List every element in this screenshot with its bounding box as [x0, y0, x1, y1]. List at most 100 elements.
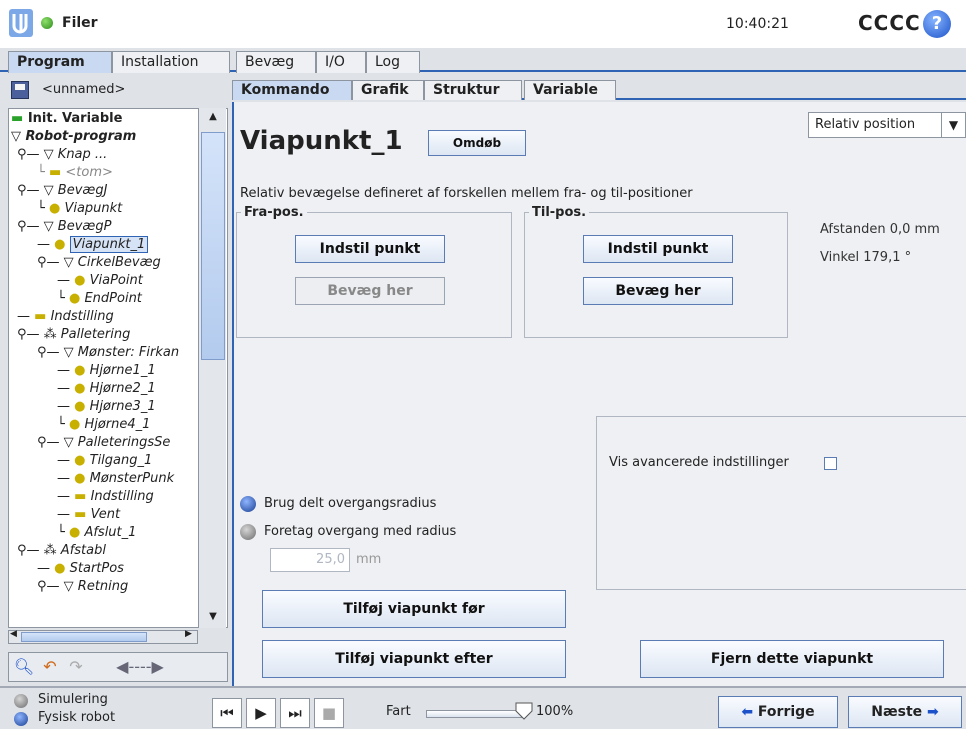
radius-unit: mm — [356, 552, 382, 567]
tree-vertical-scrollbar[interactable]: ▲ ▼ — [198, 108, 226, 628]
scroll-right-icon[interactable]: ▶ — [185, 629, 192, 639]
next-button[interactable]: Næste ➡ — [848, 696, 962, 728]
to-position-title: Til-pos. — [529, 205, 590, 220]
tree-item[interactable]: — ● Hjørne2_1 — [57, 381, 156, 399]
remove-waypoint-button[interactable]: Fjern dette viapunkt — [640, 640, 944, 678]
tree-item[interactable]: └ ● EndPoint — [57, 291, 142, 309]
position-mode-select[interactable]: Relativ position ▼ — [808, 112, 966, 138]
tree-item[interactable]: — ▬ Indstilling — [57, 489, 154, 507]
tree-item[interactable]: — ● Hjørne3_1 — [57, 399, 156, 417]
speed-slider[interactable] — [426, 710, 522, 718]
step-icon[interactable]: ⏭ — [280, 698, 310, 728]
search-icon[interactable]: 🔍︎ — [13, 656, 35, 678]
simulation-radio[interactable] — [14, 694, 28, 708]
tab-io[interactable]: I/O — [316, 51, 366, 73]
from-position-title: Fra-pos. — [241, 205, 307, 220]
tab-command[interactable]: Kommando — [232, 80, 352, 100]
previous-button[interactable]: ⬅ Forrige — [718, 696, 838, 728]
bottom-bar: Simulering Fysisk robot ⏮ ▶ ⏭ ■ Fart 100… — [0, 686, 966, 729]
scroll-left-icon[interactable]: ◀ — [10, 629, 17, 639]
tab-graphics[interactable]: Grafik — [352, 80, 424, 100]
from-set-point-button[interactable]: Indstil punkt — [295, 235, 445, 263]
tree-item[interactable]: ⚲— ▽ Retning — [37, 579, 128, 597]
waypoint-panel: Viapunkt_1 Omdøb Relativ position ▼ Rela… — [232, 102, 966, 686]
tree-item[interactable]: ⚲— ▽ Mønster: Firkan — [37, 345, 179, 363]
program-name-row: <unnamed> — [8, 78, 228, 104]
file-menu[interactable]: Filer — [62, 15, 98, 31]
redo-icon[interactable]: ↷ — [65, 656, 87, 678]
custom-radius-label: Foretag overgang med radius — [264, 524, 457, 539]
tree-item[interactable]: — ● MønsterPunk — [57, 471, 174, 489]
advanced-settings-box: Vis avancerede indstillinger — [596, 416, 966, 590]
tree-item[interactable]: ⚲— ⁂ Afstabl — [17, 543, 106, 561]
add-waypoint-after-button[interactable]: Tilføj viapunkt efter — [262, 640, 566, 678]
tree-item[interactable]: — ● Hjørne1_1 — [57, 363, 156, 381]
advanced-settings-checkbox[interactable] — [824, 457, 837, 470]
shared-radius-label: Brug delt overgangsradius — [264, 496, 437, 511]
radius-input[interactable]: 25,0 — [270, 548, 350, 572]
tree-item[interactable]: — ▬ Vent — [57, 507, 120, 525]
tree-item[interactable]: ▽ Robot-program — [11, 129, 136, 147]
tab-structure[interactable]: Struktur — [424, 80, 522, 100]
move-node-icon[interactable]: ◀----▶ — [95, 656, 185, 678]
tree-item[interactable]: └ ● Afslut_1 — [57, 525, 136, 543]
play-icon[interactable]: ▶ — [246, 698, 276, 728]
scroll-thumb[interactable] — [21, 632, 147, 642]
angle-readout: Vinkel 179,1 ° — [820, 250, 912, 265]
tab-move[interactable]: Bevæg — [236, 51, 316, 73]
tree-item[interactable]: ⚲— ▽ PalleteringsSe — [37, 435, 170, 453]
tree-item[interactable]: └ ▬ <tom> — [37, 165, 113, 183]
tree-item[interactable]: └ ● Viapunkt — [37, 201, 122, 219]
save-icon[interactable] — [11, 81, 29, 99]
tree-item[interactable]: ⚲— ▽ BevægP — [17, 219, 111, 237]
speed-slider-knob-icon[interactable] — [515, 702, 533, 720]
tree-item[interactable]: — ● Tilgang_1 — [57, 453, 152, 471]
help-icon[interactable]: ? — [923, 10, 951, 38]
top-bar: Filer 10:40:21 CCCC ? — [0, 0, 966, 48]
distance-readout: Afstanden 0,0 mm — [820, 222, 940, 237]
tab-log[interactable]: Log — [366, 51, 420, 73]
real-robot-label: Fysisk robot — [38, 710, 116, 725]
scroll-down-icon[interactable]: ▼ — [199, 608, 227, 626]
tree-item-selected[interactable]: — ● Viapunkt_1 — [37, 236, 149, 255]
undo-icon[interactable]: ↶ — [39, 656, 61, 678]
tree-item[interactable]: — ● ViaPoint — [57, 273, 143, 291]
custom-radius-radio[interactable] — [240, 524, 256, 540]
arrow-left-icon: ⬅ — [741, 704, 754, 720]
tab-variables[interactable]: Variable — [524, 80, 616, 100]
tab-program[interactable]: Program — [8, 51, 112, 73]
tab-installation[interactable]: Installation — [112, 51, 230, 73]
from-position-group: Fra-pos. Indstil punkt Bevæg her — [236, 205, 512, 338]
skip-start-icon[interactable]: ⏮ — [212, 698, 242, 728]
scroll-thumb[interactable] — [201, 132, 225, 360]
tree-item[interactable]: ⚲— ▽ BevægJ — [17, 183, 107, 201]
add-waypoint-before-button[interactable]: Tilføj viapunkt før — [262, 590, 566, 628]
tree-item[interactable]: └ ● Hjørne4_1 — [57, 417, 150, 435]
chevron-down-icon[interactable]: ▼ — [941, 113, 965, 137]
simulation-label: Simulering — [38, 692, 108, 707]
to-position-group: Til-pos. Indstil punkt Bevæg her — [524, 205, 788, 338]
tree-item[interactable]: — ● StartPos — [37, 561, 124, 579]
clock: 10:40:21 — [726, 16, 789, 32]
tree-item[interactable]: — ▬ Indstilling — [17, 309, 114, 327]
tree-item[interactable]: ⚲— ▽ Knap ... — [17, 147, 107, 165]
tree-item[interactable]: ⚲— ▽ CirkelBevæg — [37, 255, 161, 273]
tree-item[interactable]: ⚲— ⁂ Palletering — [17, 327, 130, 345]
program-name: <unnamed> — [42, 82, 126, 97]
real-robot-radio[interactable] — [14, 712, 28, 726]
scroll-up-icon[interactable]: ▲ — [199, 108, 227, 126]
to-set-point-button[interactable]: Indstil punkt — [583, 235, 733, 263]
tree-item[interactable]: ▬ Init. Variable — [11, 111, 122, 129]
shared-radius-radio[interactable] — [240, 496, 256, 512]
from-move-here-button[interactable]: Bevæg her — [295, 277, 445, 305]
tree-toolbar: 🔍︎ ↶ ↷ ◀----▶ — [8, 652, 228, 682]
advanced-settings-label: Vis avancerede indstillinger — [609, 455, 789, 470]
program-tree[interactable]: ▬ Init. Variable ▽ Robot-program ⚲— ▽ Kn… — [8, 108, 228, 628]
program-tree-panel: <unnamed> ▬ Init. Variable ▽ Robot-progr… — [8, 78, 228, 686]
main-tab-bar: Program Installation Bevæg I/O Log — [0, 48, 966, 73]
tree-horizontal-scrollbar[interactable]: ◀ ▶ — [8, 629, 198, 644]
waypoint-title: Viapunkt_1 — [240, 126, 403, 156]
stop-icon[interactable]: ■ — [314, 698, 344, 728]
rename-button[interactable]: Omdøb — [428, 130, 526, 156]
to-move-here-button[interactable]: Bevæg her — [583, 277, 733, 305]
